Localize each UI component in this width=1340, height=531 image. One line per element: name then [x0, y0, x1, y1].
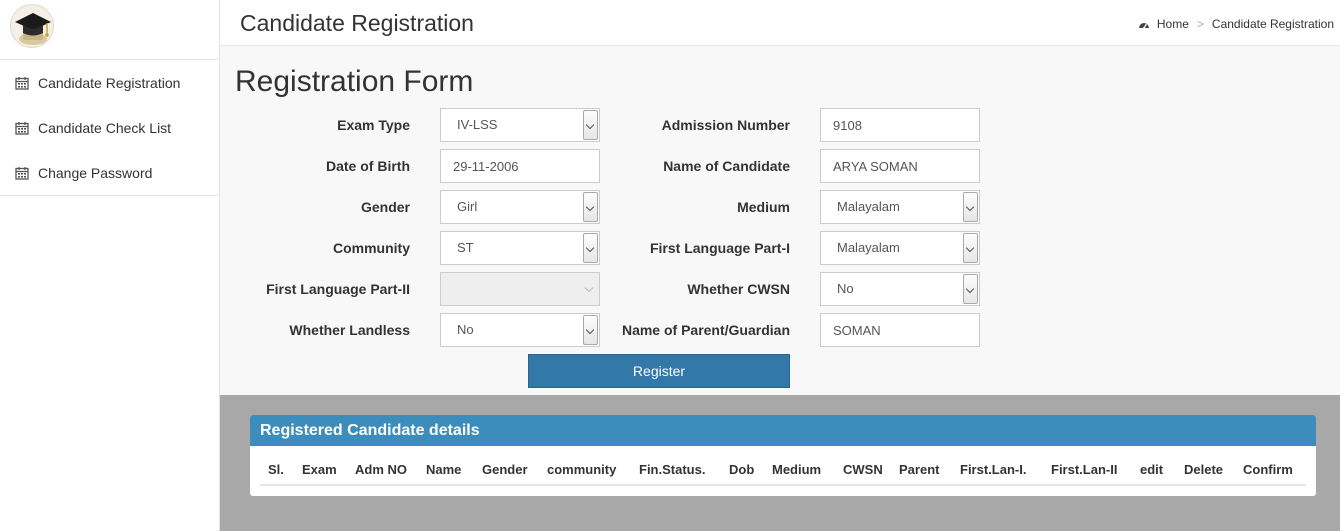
form-row: Date of Birth Name of Candidate	[220, 149, 1340, 183]
community-select[interactable]: ST	[440, 231, 600, 265]
breadcrumb-home[interactable]: Home	[1157, 17, 1189, 31]
form-row: Exam Type IV-LSS Admission Number	[220, 108, 1340, 142]
landless-select[interactable]: No	[440, 313, 600, 347]
column-header: Delete	[1184, 462, 1224, 477]
column-header: First.Lan-II	[1051, 462, 1118, 477]
column-header: Name	[426, 462, 462, 477]
dashboard-icon	[1138, 22, 1149, 29]
sidebar-item-label: Candidate Registration	[38, 74, 181, 91]
column-header: edit	[1140, 462, 1164, 477]
column-header: Sl.	[268, 462, 284, 477]
panel-title: Registered Candidate details	[250, 415, 1316, 446]
column-header: community	[547, 462, 617, 477]
graduation-cap-logo[interactable]	[10, 4, 54, 48]
sidebar-item-label: Change Password	[38, 164, 153, 181]
dob-label: Date of Birth	[326, 158, 410, 174]
column-header: Parent	[899, 462, 940, 477]
sidebar-item-candidate-registration[interactable]: Candidate Registration	[0, 60, 219, 105]
cwsn-label: Whether CWSN	[687, 281, 790, 297]
gender-value: Girl	[457, 199, 478, 214]
breadcrumb: Home > Candidate Registration	[1138, 17, 1334, 31]
exam-type-label: Exam Type	[337, 117, 410, 133]
cwsn-select[interactable]: No	[820, 272, 980, 306]
candidates-panel: Registered Candidate details Sl. Exam Ad…	[250, 415, 1316, 496]
column-header: Fin.Status.	[639, 462, 706, 477]
column-header: Exam	[302, 462, 337, 477]
candidates-section: Registered Candidate details Sl. Exam Ad…	[220, 395, 1340, 531]
column-header: CWSN	[843, 462, 883, 477]
calendar-icon	[15, 76, 29, 90]
medium-select[interactable]: Malayalam	[820, 190, 980, 224]
form-title: Registration Form	[235, 65, 474, 98]
column-header: Confirm	[1243, 462, 1293, 477]
medium-value: Malayalam	[837, 199, 900, 214]
column-header: Medium	[772, 462, 822, 477]
chevron-down-icon[interactable]	[583, 192, 598, 222]
breadcrumb-separator: >	[1196, 17, 1204, 31]
community-label: Community	[333, 240, 410, 256]
registration-form: Registration Form Exam Type IV-LSS Admis…	[220, 46, 1340, 395]
chevron-down-icon[interactable]	[583, 315, 598, 345]
landless-value: No	[457, 322, 474, 337]
first-language-1-select[interactable]: Malayalam	[820, 231, 980, 265]
chevron-down-icon[interactable]	[963, 274, 978, 304]
logo-container	[0, 0, 219, 60]
column-header: Gender	[482, 462, 528, 477]
table-header-row: Sl. Exam Adm NO Name Gender community Fi…	[260, 446, 1306, 486]
first-language-1-label: First Language Part-I	[649, 240, 790, 256]
calendar-icon	[15, 166, 29, 180]
column-header: Adm NO	[355, 462, 407, 477]
sidebar-item-change-password[interactable]: Change Password	[0, 150, 219, 195]
form-row: Whether Landless No Name of Parent/Guard…	[220, 313, 1340, 347]
admission-number-input[interactable]	[820, 108, 980, 142]
column-header: First.Lan-I.	[960, 462, 1027, 477]
chevron-down-icon	[583, 274, 598, 304]
sidebar: Candidate Registration Candidate Check L…	[0, 0, 220, 531]
chevron-down-icon[interactable]	[963, 233, 978, 263]
medium-label: Medium	[737, 199, 790, 215]
form-row: Gender Girl Medium Malayalam	[220, 190, 1340, 224]
register-button[interactable]: Register	[528, 354, 790, 388]
dob-input[interactable]	[440, 149, 600, 183]
exam-type-value: IV-LSS	[457, 117, 498, 132]
community-value: ST	[457, 240, 474, 255]
chevron-down-icon[interactable]	[583, 233, 598, 263]
landless-label: Whether Landless	[289, 322, 410, 338]
calendar-icon	[15, 121, 29, 135]
gender-label: Gender	[360, 199, 410, 215]
admission-number-label: Admission Number	[661, 117, 790, 133]
gender-select[interactable]: Girl	[440, 190, 600, 224]
chevron-down-icon[interactable]	[583, 110, 598, 140]
first-language-2-label: First Language Part-II	[266, 281, 410, 297]
first-language-2-select	[440, 272, 600, 306]
chevron-down-icon[interactable]	[963, 192, 978, 222]
breadcrumb-current: Candidate Registration	[1211, 17, 1334, 31]
sidebar-nav: Candidate Registration Candidate Check L…	[0, 60, 219, 196]
form-row: First Language Part-II Whether CWSN No	[220, 272, 1340, 306]
exam-type-select[interactable]: IV-LSS	[440, 108, 600, 142]
sidebar-item-candidate-check-list[interactable]: Candidate Check List	[0, 105, 219, 150]
candidate-name-label: Name of Candidate	[663, 158, 790, 174]
page-header: Candidate Registration Home > Candidate …	[220, 0, 1340, 46]
parent-name-input[interactable]	[820, 313, 980, 347]
parent-name-label: Name of Parent/Guardian	[621, 322, 790, 338]
form-row: Community ST First Language Part-I Malay…	[220, 231, 1340, 265]
column-header: Dob	[729, 462, 755, 477]
first-language-1-value: Malayalam	[837, 240, 900, 255]
candidate-name-input[interactable]	[820, 149, 980, 183]
cwsn-value: No	[837, 281, 854, 296]
sidebar-item-label: Candidate Check List	[38, 119, 172, 136]
page-title: Candidate Registration	[240, 10, 474, 36]
